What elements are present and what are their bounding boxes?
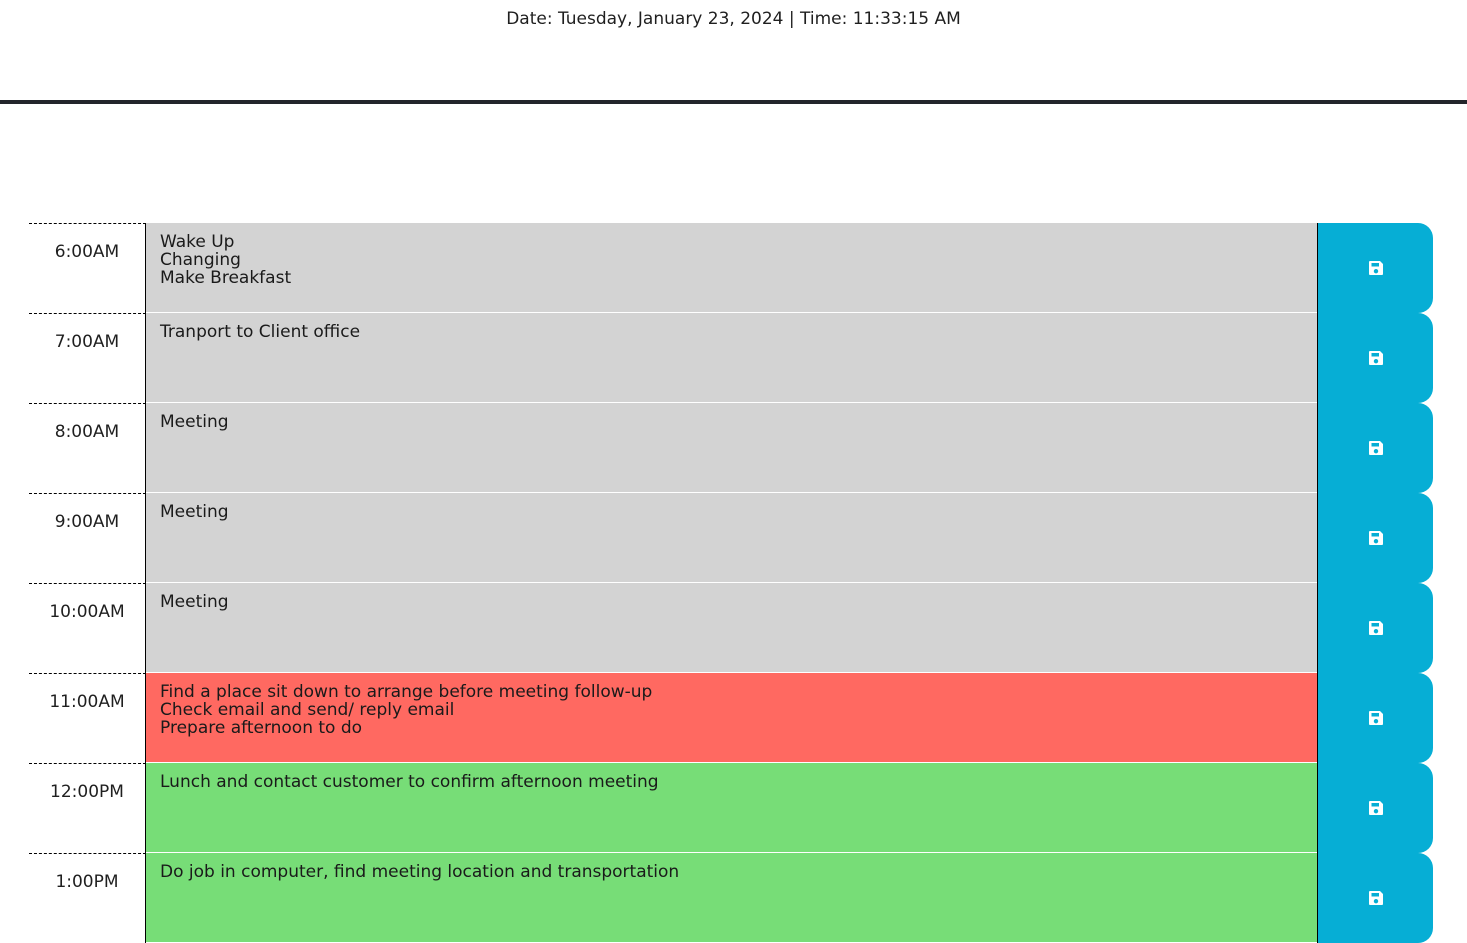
save-button[interactable] (1317, 493, 1433, 583)
save-button[interactable] (1317, 853, 1433, 943)
current-datetime: Date: Tuesday, January 23, 2024 | Time: … (506, 9, 961, 29)
description-line: Make Breakfast (160, 268, 292, 288)
time-block: 8:00AM Meeting (29, 403, 1433, 493)
description-line: Tranport to Client office (160, 322, 361, 342)
save-button[interactable] (1317, 763, 1433, 853)
time-block: 12:00PM Lunch and contact customer to co… (29, 763, 1433, 853)
hour-label: 7:00AM (29, 313, 146, 403)
time-block: 9:00AM Meeting (29, 493, 1433, 583)
time-block: 10:00AM Meeting (29, 583, 1433, 673)
floppy-disk-icon (1368, 441, 1383, 455)
description-line: Lunch and contact customer to confirm af… (160, 772, 659, 792)
description-line: Meeting (160, 502, 229, 522)
description-textarea[interactable]: Lunch and contact customer to confirm af… (146, 763, 1317, 853)
hour-label: 9:00AM (29, 493, 146, 583)
description-textarea[interactable]: Meeting (146, 493, 1317, 583)
floppy-disk-icon (1368, 891, 1383, 905)
hour-label: 10:00AM (29, 583, 146, 673)
description-line: Wake Up (160, 232, 235, 252)
floppy-disk-icon (1368, 621, 1383, 635)
description-line: Do job in computer, find meeting locatio… (160, 862, 680, 882)
time-block: 11:00AM Find a place sit down to arrange… (29, 673, 1433, 763)
description-textarea[interactable]: Find a place sit down to arrange before … (146, 673, 1317, 763)
hour-label: 8:00AM (29, 403, 146, 493)
description-textarea[interactable]: Wake Up Changing Make Breakfast (146, 223, 1317, 313)
save-button[interactable] (1317, 313, 1433, 403)
description-line: Meeting (160, 412, 229, 432)
floppy-disk-icon (1368, 351, 1383, 365)
time-block: 1:00PM Do job in computer, find meeting … (29, 853, 1433, 943)
time-block: 6:00AM Wake Up Changing Make Breakfast (29, 223, 1433, 313)
description-line: Check email and send/ reply email (160, 700, 455, 720)
save-button[interactable] (1317, 583, 1433, 673)
description-textarea[interactable]: Tranport to Client office (146, 313, 1317, 403)
description-line: Changing (160, 250, 241, 270)
hour-label: 1:00PM (29, 853, 146, 943)
time-block: 7:00AM Tranport to Client office (29, 313, 1433, 403)
description-textarea[interactable]: Meeting (146, 583, 1317, 673)
save-button[interactable] (1317, 223, 1433, 313)
description-line: Meeting (160, 592, 229, 612)
hour-label: 12:00PM (29, 763, 146, 853)
day-planner: 6:00AM Wake Up Changing Make Breakfast 7… (29, 223, 1433, 943)
floppy-disk-icon (1368, 531, 1383, 545)
hour-label: 6:00AM (29, 223, 146, 313)
floppy-disk-icon (1368, 261, 1383, 275)
floppy-disk-icon (1368, 801, 1383, 815)
description-line: Prepare afternoon to do (160, 718, 363, 738)
floppy-disk-icon (1368, 711, 1383, 725)
description-line: Find a place sit down to arrange before … (160, 682, 653, 702)
page-header: Date: Tuesday, January 23, 2024 | Time: … (0, 0, 1467, 104)
hour-label: 11:00AM (29, 673, 146, 763)
save-button[interactable] (1317, 403, 1433, 493)
save-button[interactable] (1317, 673, 1433, 763)
description-textarea[interactable]: Meeting (146, 403, 1317, 493)
description-textarea[interactable]: Do job in computer, find meeting locatio… (146, 853, 1317, 943)
